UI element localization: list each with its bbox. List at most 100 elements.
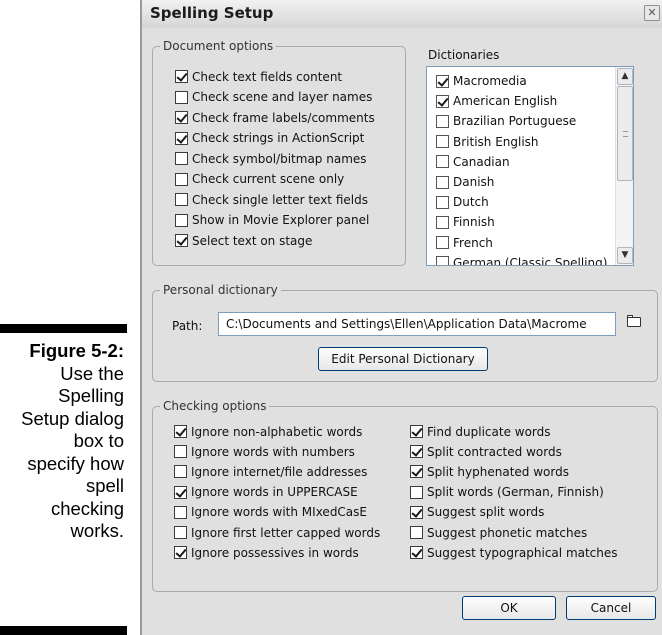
dictionaries-scrollbar[interactable]: ▲ ▼ [615, 67, 633, 265]
checkbox-option[interactable]: Check strings in ActionScript [175, 129, 364, 148]
checkbox-option[interactable]: Canadian [436, 152, 510, 172]
caption-line: Spelling [58, 385, 124, 406]
checkbox-label: Ignore words with numbers [191, 444, 355, 459]
checkbox-unchecked-icon[interactable] [436, 175, 449, 189]
checkbox-option[interactable]: Suggest typographical matches [410, 543, 618, 562]
checkbox-unchecked-icon[interactable] [174, 465, 187, 479]
document-options-group: Document options Check text fields conte… [152, 38, 406, 266]
checkbox-option[interactable]: American English [436, 91, 557, 111]
checkbox-checked-icon[interactable] [410, 465, 423, 479]
checkbox-unchecked-icon[interactable] [175, 172, 188, 186]
personal-dictionary-label: Personal dictionary [160, 282, 281, 298]
document-options-label: Document options [160, 38, 277, 54]
folder-icon [627, 317, 641, 327]
checkbox-unchecked-icon[interactable] [436, 215, 449, 229]
checkbox-unchecked-icon[interactable] [175, 193, 188, 206]
checkbox-label: Split words (German, Finnish) [427, 485, 604, 500]
checkbox-option[interactable]: Macromedia [436, 71, 527, 91]
checkbox-checked-icon[interactable] [436, 94, 449, 108]
checkbox-unchecked-icon[interactable] [410, 526, 423, 539]
checkbox-unchecked-icon[interactable] [436, 236, 449, 250]
checkbox-unchecked-icon[interactable] [175, 90, 188, 104]
checkbox-option[interactable]: Show in Movie Explorer panel [175, 211, 369, 230]
close-icon[interactable]: ✕ [644, 5, 660, 21]
cancel-button[interactable]: Cancel [566, 596, 656, 620]
checkbox-option[interactable]: Ignore non-alphabetic words [174, 422, 362, 441]
caption-line: box to [73, 430, 124, 451]
checkbox-unchecked-icon[interactable] [410, 485, 423, 499]
checkbox-label: Canadian [453, 154, 510, 169]
checkbox-option[interactable]: Find duplicate words [410, 422, 551, 441]
checkbox-option[interactable]: Split hyphenated words [410, 462, 569, 481]
checkbox-option[interactable]: British English [436, 132, 539, 152]
checkbox-label: Ignore words with MIxedCasE [191, 505, 367, 520]
checkbox-option[interactable]: Check frame labels/comments [175, 108, 375, 127]
path-input[interactable]: C:\Documents and Settings\Ellen\Applicat… [218, 312, 616, 336]
checkbox-checked-icon[interactable] [175, 234, 188, 247]
checkbox-option[interactable]: Ignore words with MIxedCasE [174, 503, 367, 522]
checkbox-option[interactable]: Danish [436, 172, 494, 192]
checkbox-option[interactable]: Ignore first letter capped words [174, 523, 380, 542]
checkbox-checked-icon[interactable] [175, 70, 188, 83]
checkbox-option[interactable]: French [436, 233, 493, 253]
checkbox-label: Find duplicate words [427, 424, 551, 439]
checkbox-checked-icon[interactable] [410, 546, 423, 560]
checkbox-option[interactable]: Suggest phonetic matches [410, 523, 587, 542]
checkbox-checked-icon[interactable] [175, 111, 188, 124]
browse-folder-button[interactable] [620, 312, 648, 334]
checkbox-checked-icon[interactable] [174, 485, 187, 499]
checkbox-label: Check current scene only [192, 172, 345, 186]
caption-line: works. [70, 520, 124, 541]
checkbox-option[interactable]: Select text on stage [175, 231, 312, 250]
checkbox-unchecked-icon[interactable] [175, 152, 188, 165]
checkbox-option[interactable]: Split words (German, Finnish) [410, 483, 604, 502]
ok-button[interactable]: OK [462, 596, 556, 620]
checkbox-unchecked-icon[interactable] [174, 445, 187, 459]
checkbox-option[interactable]: Split contracted words [410, 442, 562, 461]
checkbox-option[interactable]: Check text fields content [175, 67, 342, 86]
edit-personal-dictionary-button[interactable]: Edit Personal Dictionary [318, 347, 488, 371]
checkbox-label: Show in Movie Explorer panel [192, 213, 370, 227]
scroll-up-icon[interactable]: ▲ [617, 68, 633, 85]
checkbox-unchecked-icon[interactable] [436, 195, 449, 209]
checkbox-unchecked-icon[interactable] [175, 213, 188, 227]
checkbox-option[interactable]: Ignore words in UPPERCASE [174, 483, 358, 502]
checkbox-option[interactable]: Dutch [436, 192, 489, 212]
caption-line: spell [85, 475, 124, 496]
checkbox-option[interactable]: Brazilian Portuguese [436, 111, 576, 131]
checkbox-unchecked-icon[interactable] [436, 114, 449, 128]
checkbox-checked-icon[interactable] [436, 74, 449, 88]
checkbox-unchecked-icon[interactable] [436, 256, 449, 265]
checkbox-option[interactable]: Finnish [436, 212, 495, 232]
checkbox-unchecked-icon[interactable] [174, 505, 187, 519]
checkbox-option[interactable]: Ignore possessives in words [174, 543, 359, 562]
checkbox-unchecked-icon[interactable] [174, 526, 187, 539]
title-bar[interactable]: Spelling Setup ✕ [142, 0, 662, 28]
checkbox-option[interactable]: Check scene and layer names [175, 88, 372, 107]
checkbox-option[interactable]: Ignore internet/file addresses [174, 462, 367, 481]
checkbox-label: Check frame labels/comments [192, 110, 375, 125]
checkbox-label: Dutch [453, 195, 489, 210]
checkbox-unchecked-icon[interactable] [436, 135, 449, 149]
checkbox-checked-icon[interactable] [174, 546, 187, 560]
scroll-down-icon[interactable]: ▼ [617, 247, 633, 264]
scrollbar-thumb[interactable] [617, 86, 633, 181]
checkbox-option[interactable]: Check symbol/bitmap names [175, 149, 367, 168]
checkbox-option[interactable]: Check single letter text fields [175, 190, 368, 209]
checkbox-unchecked-icon[interactable] [436, 155, 449, 169]
checkbox-checked-icon[interactable] [174, 425, 187, 438]
checkbox-label: Check scene and layer names [192, 90, 373, 104]
checkbox-option[interactable]: Check current scene only [175, 170, 344, 189]
checkbox-checked-icon[interactable] [410, 425, 423, 438]
checkbox-checked-icon[interactable] [410, 505, 423, 519]
checkbox-label: Ignore possessives in words [191, 545, 359, 560]
checkbox-checked-icon[interactable] [175, 131, 188, 145]
caption-rule-top [0, 324, 127, 333]
checkbox-checked-icon[interactable] [410, 445, 423, 459]
checkbox-option[interactable]: German (Classic Spelling) [436, 253, 607, 265]
caption-line: Use the [60, 362, 124, 384]
checkbox-option[interactable]: Ignore words with numbers [174, 442, 355, 461]
dictionaries-list[interactable]: Macromedia American English Brazilian Port… [426, 66, 634, 266]
dictionaries-label: Dictionaries [428, 48, 500, 62]
checkbox-option[interactable]: Suggest split words [410, 503, 544, 522]
